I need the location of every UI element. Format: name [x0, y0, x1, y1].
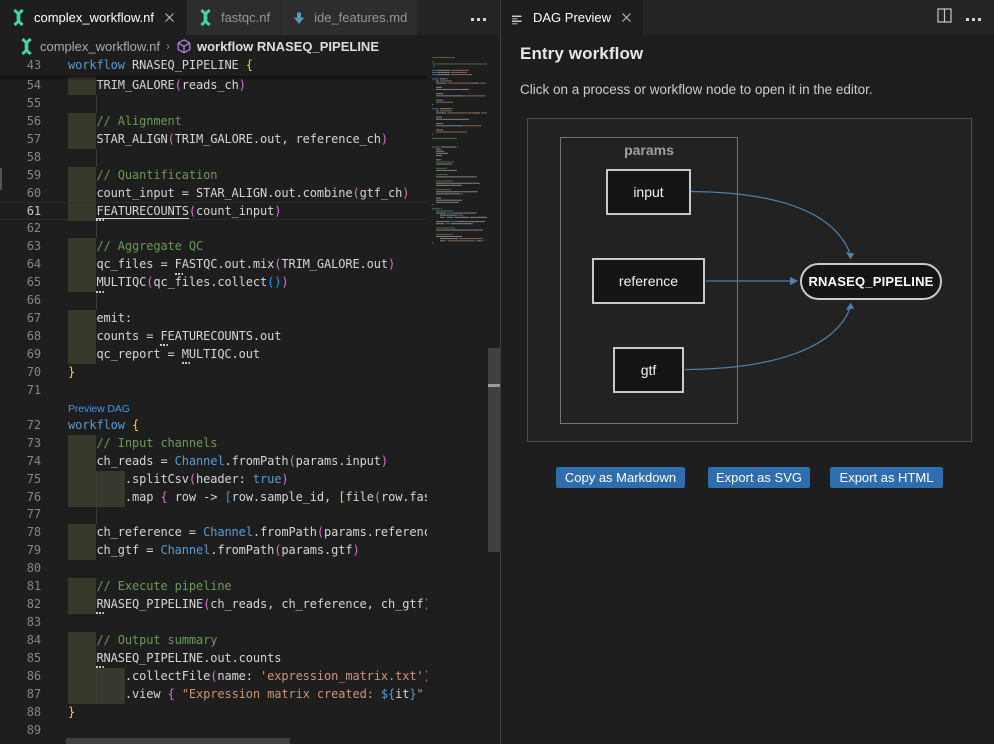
export-as-html-button[interactable]: Export as HTML: [830, 467, 943, 488]
copy-as-markdown-button[interactable]: Copy as Markdown: [556, 467, 685, 488]
gutter-line-number: 62: [0, 220, 501, 238]
gutter-line-number: 77: [0, 506, 501, 524]
codelens-preview-dag[interactable]: Preview DAG: [68, 403, 130, 415]
chevron-right-icon: ›: [166, 39, 170, 53]
dag-diagram: params input reference gtf RNASEQ_PIPELI…: [527, 118, 972, 442]
editor-tabbar-right: DAG Preview: [501, 0, 994, 35]
gutter-line-number: 68: [0, 328, 501, 346]
gutter-line-number: 76: [0, 489, 501, 507]
tab-complex-workflow[interactable]: complex_workflow.nf: [0, 0, 187, 35]
gutter-line-number: 60: [0, 185, 501, 203]
tab-dag-preview[interactable]: DAG Preview: [501, 0, 644, 35]
more-actions-icon[interactable]: [966, 9, 982, 27]
symbol-workflow-icon: [176, 38, 192, 55]
gutter-line-number: 66: [0, 292, 501, 310]
gutter-line-number: 57: [0, 131, 501, 149]
gutter-line-number: 65: [0, 274, 501, 292]
node-label: input: [633, 184, 663, 200]
gutter-line-number: 59: [0, 167, 501, 185]
hint-diagnostic-dots: [96, 219, 105, 221]
editor-tabbar-left: complex_workflow.nf fastqc.nf ide_featur…: [0, 0, 499, 35]
gutter-line-number: 73: [0, 435, 501, 453]
gutter-line-number: 75: [0, 471, 501, 489]
gutter-line-number: 58: [0, 149, 501, 167]
preview-icon: [511, 10, 526, 26]
node-label: reference: [619, 273, 678, 289]
gutter-line-number: 71: [0, 382, 501, 400]
window-edge-notch: [0, 168, 2, 190]
export-as-svg-button[interactable]: Export as SVG: [708, 467, 810, 488]
markdown-file-icon: [291, 10, 307, 26]
panel-title: Entry workflow: [520, 44, 643, 64]
node-rnaseq-pipeline[interactable]: RNASEQ_PIPELINE: [800, 263, 942, 300]
overview-ruler-cursor: [488, 384, 501, 387]
gutter-line-number: 56: [0, 113, 501, 131]
breadcrumb: complex_workflow.nf › workflow RNASEQ_PI…: [0, 35, 499, 57]
node-label: gtf: [641, 362, 657, 378]
vscode-window: complex_workflow.nf fastqc.nf ide_featur…: [0, 0, 994, 744]
hint-diagnostic-dots: [182, 362, 191, 364]
sticky-scroll-line[interactable]: 43workflow RNASEQ_PIPELINE {: [0, 57, 427, 76]
gutter-line-number: 87: [0, 686, 501, 704]
gutter-line-number: 69: [0, 346, 501, 364]
gutter-line-number: 67: [0, 310, 501, 328]
hint-diagnostic-dots: [96, 291, 105, 293]
tab-label: fastqc.nf: [221, 10, 270, 25]
breadcrumb-item-file[interactable]: complex_workflow.nf: [40, 39, 160, 54]
tab-label: DAG Preview: [533, 10, 611, 25]
node-reference[interactable]: reference: [592, 258, 705, 304]
nextflow-file-icon: [18, 38, 35, 55]
gutter-line-number: 84: [0, 632, 501, 650]
gutter-line-number: 79: [0, 542, 501, 560]
gutter-line-number: 83: [0, 614, 501, 632]
node-label: RNASEQ_PIPELINE: [808, 274, 933, 289]
minimap[interactable]: [430, 57, 487, 287]
hint-diagnostic-dots: [96, 666, 105, 668]
gutter-line-number: 82: [0, 596, 501, 614]
tab-ide-features[interactable]: ide_features.md: [281, 0, 418, 35]
gutter-line-number: 61: [0, 203, 501, 221]
tab-label: complex_workflow.nf: [34, 10, 154, 25]
node-input[interactable]: input: [606, 169, 691, 215]
panel-description: Click on a process or workflow node to o…: [520, 82, 873, 97]
gutter-line-number: 74: [0, 453, 501, 471]
hint-diagnostic-dots: [96, 612, 105, 614]
gutter-line-number: 70: [0, 364, 501, 382]
hint-diagnostic-dots: [160, 344, 169, 346]
code-editor[interactable]: TRIM_GALORE(reads_ch) // Alignment STAR_…: [0, 57, 501, 744]
tab-fastqc[interactable]: fastqc.nf: [187, 0, 281, 35]
sticky-scroll-shadow: [0, 76, 427, 81]
gutter-line-number: 81: [0, 578, 501, 596]
split-editor-icon[interactable]: [937, 8, 952, 28]
gutter-line-number: 64: [0, 256, 501, 274]
nextflow-file-icon: [197, 9, 214, 26]
horizontal-scrollbar-slider[interactable]: [66, 738, 290, 744]
vertical-scrollbar[interactable]: [487, 57, 501, 744]
gutter-line-number: 86: [0, 668, 501, 686]
nextflow-file-icon: [10, 9, 27, 26]
gutter-line-number: 80: [0, 560, 501, 578]
close-tab-icon[interactable]: [620, 11, 633, 24]
tab-label: ide_features.md: [314, 10, 407, 25]
scrollbar-slider[interactable]: [488, 348, 501, 552]
gutter-line-number: 72: [0, 417, 501, 435]
gutter-line-number: 78: [0, 524, 501, 542]
node-gtf[interactable]: gtf: [613, 347, 684, 393]
hint-diagnostic-dots: [175, 273, 184, 275]
more-actions-icon[interactable]: [471, 9, 487, 27]
gutter-line-number: 55: [0, 95, 501, 113]
dag-preview-panel: Entry workflow Click on a process or wor…: [501, 35, 994, 744]
gutter-line-number: 88: [0, 704, 501, 722]
gutter-line-number: 85: [0, 650, 501, 668]
close-tab-icon[interactable]: [163, 11, 176, 24]
gutter-line-number: 63: [0, 238, 501, 256]
breadcrumb-item-symbol[interactable]: workflow RNASEQ_PIPELINE: [197, 39, 379, 54]
